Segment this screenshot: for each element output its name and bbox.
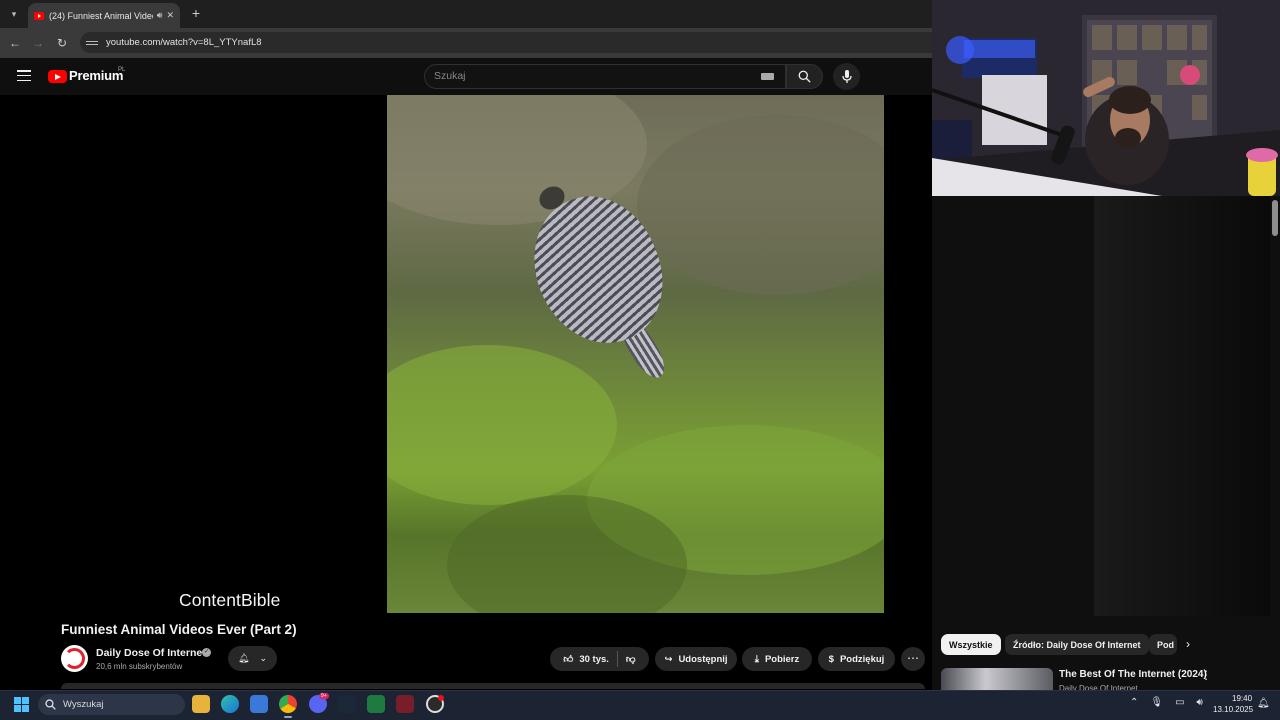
- thanks-icon: $: [828, 653, 834, 665]
- filter-chip-partial[interactable]: Pod: [1149, 634, 1177, 655]
- thanks-button[interactable]: $ Podziękuj: [818, 647, 895, 671]
- webcam-overlay: [932, 0, 1280, 196]
- new-tab-button[interactable]: +: [188, 5, 204, 21]
- tab-search-chevron-icon[interactable]: ▾: [5, 5, 23, 23]
- taskbar-search-box[interactable]: [38, 694, 185, 715]
- share-label: Udostępnij: [678, 653, 728, 665]
- tab-title: (24) Funniest Animal Videos: [49, 10, 153, 21]
- notification-bell-icon[interactable]: 🔔︎: [1257, 698, 1270, 709]
- excel-icon[interactable]: [367, 695, 385, 713]
- taskbar-search-label: Wyszukaj: [63, 699, 104, 710]
- store-icon[interactable]: [250, 695, 268, 713]
- recording-dot-icon: [438, 695, 444, 701]
- video-watermark: ContentBible: [179, 590, 281, 610]
- like-count: 30 tys.: [579, 653, 609, 665]
- search-placeholder: Szukaj: [434, 70, 466, 82]
- page-scrollbar[interactable]: [1272, 200, 1278, 236]
- volume-icon[interactable]: 🔊︎: [1197, 697, 1203, 708]
- recommended-thumbnail[interactable]: [941, 668, 1053, 690]
- sidebar-shadow: [1094, 196, 1270, 616]
- clock-time[interactable]: 19:40: [1232, 694, 1252, 703]
- youtube-premium-logo-text[interactable]: Premium: [69, 68, 123, 83]
- tab-close-icon[interactable]: ✕: [166, 10, 174, 21]
- chrome-icon[interactable]: [279, 695, 297, 713]
- verified-check-icon: ✓: [202, 648, 211, 657]
- dislike-button[interactable]: 👎︎: [626, 653, 636, 665]
- filter-chip-all[interactable]: Wszystkie: [941, 634, 1001, 655]
- file-explorer-icon[interactable]: [192, 695, 210, 713]
- youtube-logo-icon[interactable]: [48, 70, 67, 83]
- recommended-title[interactable]: The Best Of The Internet (2024): [1059, 669, 1207, 680]
- thumbs-down-icon: 👎︎: [625, 654, 636, 665]
- filter-chip-source[interactable]: Źródło: Daily Dose Of Internet: [1005, 634, 1149, 655]
- discord-badge: 9+: [319, 693, 329, 699]
- like-divider: [616, 651, 618, 667]
- system-tray: ⌃ 🎙︎ ▭ 🔊︎: [1130, 697, 1203, 708]
- chevron-down-icon: ⌄: [259, 653, 267, 663]
- download-label: Pobierz: [764, 653, 800, 665]
- channel-avatar[interactable]: [61, 645, 88, 672]
- video-player[interactable]: [387, 95, 884, 613]
- keyboard-icon[interactable]: [761, 73, 774, 80]
- download-button[interactable]: ⤓ Pobierz: [742, 647, 812, 671]
- like-dislike-group: 👍︎ 30 tys. 👎︎: [550, 647, 649, 671]
- description-box[interactable]: [61, 683, 925, 689]
- site-settings-icon[interactable]: [86, 37, 98, 49]
- browser-tab[interactable]: (24) Funniest Animal Videos 🔊︎ ✕: [28, 3, 180, 28]
- back-arrow-icon[interactable]: ←: [6, 34, 24, 52]
- notification-bell-button[interactable]: 🔔︎ ⌄: [228, 646, 277, 671]
- more-actions-button[interactable]: ⋯: [901, 647, 925, 671]
- speaker-icon[interactable]: 🔊︎: [157, 10, 163, 21]
- network-icon[interactable]: ▭: [1175, 697, 1184, 708]
- country-code: PL: [118, 67, 126, 73]
- search-icon: [798, 70, 811, 83]
- share-icon: ↪: [664, 653, 673, 665]
- chrome-active-indicator: [284, 716, 292, 718]
- hamburger-menu-icon[interactable]: [17, 70, 31, 81]
- forward-arrow-icon[interactable]: →: [29, 34, 47, 52]
- share-button[interactable]: ↪ Udostępnij: [655, 647, 737, 671]
- recommended-menu-icon[interactable]: ⋮: [1200, 668, 1212, 682]
- search-input[interactable]: [424, 64, 786, 89]
- download-icon: ⤓: [754, 653, 759, 665]
- webcam-scene: [932, 0, 1280, 196]
- subscriber-count: 20,6 mln subskrybentów: [96, 662, 183, 671]
- steam-icon[interactable]: [338, 695, 356, 713]
- microphone-icon: [841, 69, 852, 83]
- chevron-right-icon[interactable]: ›: [1186, 637, 1190, 651]
- thanks-label: Podziękuj: [839, 653, 885, 665]
- edge-icon[interactable]: [221, 695, 239, 713]
- channel-name[interactable]: Daily Dose Of Internet: [96, 647, 206, 659]
- like-button[interactable]: 👍︎ 30 tys.: [563, 653, 609, 666]
- address-bar[interactable]: youtube.com/watch?v=8L_YTYnafL8: [80, 32, 932, 53]
- search-button[interactable]: [786, 64, 823, 89]
- tray-overflow-chevron-icon[interactable]: ⌃: [1130, 697, 1138, 708]
- windows-start-icon[interactable]: [14, 697, 29, 712]
- thumbs-up-icon: 👍︎: [563, 654, 574, 665]
- bell-icon: 🔔︎: [238, 653, 250, 663]
- video-title: Funniest Animal Videos Ever (Part 2): [61, 622, 297, 637]
- youtube-favicon-icon: [34, 11, 44, 20]
- clock-date[interactable]: 13.10.2025: [1213, 705, 1253, 714]
- voice-search-button[interactable]: [833, 63, 860, 90]
- taskbar-search-icon: [45, 699, 56, 710]
- reload-icon[interactable]: ↻: [53, 34, 71, 52]
- url-text: youtube.com/watch?v=8L_YTYnafL8: [106, 37, 262, 48]
- game-app-icon[interactable]: [396, 695, 414, 713]
- tray-microphone-icon[interactable]: 🎙︎: [1150, 697, 1163, 708]
